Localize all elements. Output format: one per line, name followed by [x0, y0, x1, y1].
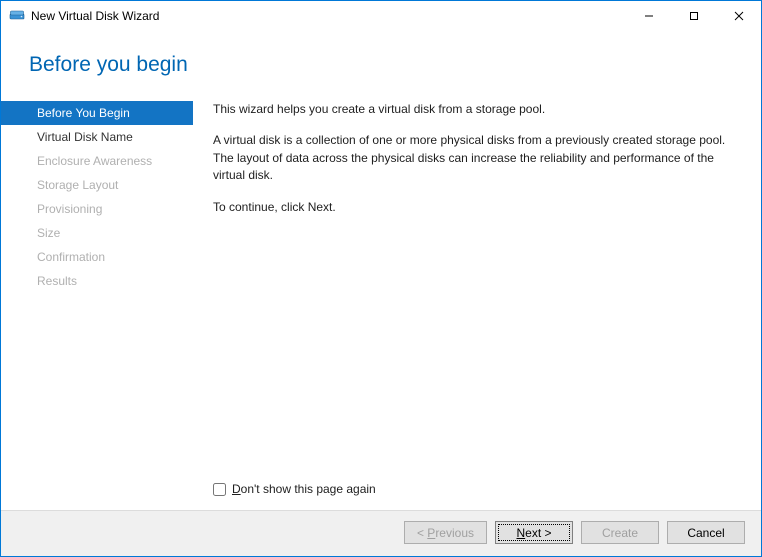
page-heading: Before you begin: [29, 53, 761, 77]
previous-button: < Previous: [404, 521, 487, 544]
title-bar[interactable]: New Virtual Disk Wizard: [1, 1, 761, 31]
dont-show-row: Don't show this page again: [1, 482, 761, 496]
maximize-button[interactable]: [671, 1, 716, 31]
create-button: Create: [581, 521, 659, 544]
step-virtual-disk-name[interactable]: Virtual Disk Name: [1, 125, 193, 149]
dont-show-checkbox[interactable]: [213, 483, 226, 496]
body-area: Before You Begin Virtual Disk Name Enclo…: [1, 101, 761, 488]
app-icon: [9, 8, 25, 24]
content-panel: This wizard helps you create a virtual d…: [193, 101, 761, 488]
step-before-you-begin[interactable]: Before You Begin: [1, 101, 193, 125]
step-size: Size: [1, 221, 193, 245]
close-button[interactable]: [716, 1, 761, 31]
step-storage-layout: Storage Layout: [1, 173, 193, 197]
button-bar: < Previous Next > Create Cancel: [1, 510, 761, 556]
intro-text-1: This wizard helps you create a virtual d…: [213, 101, 735, 118]
next-button[interactable]: Next >: [495, 521, 573, 544]
intro-text-2: A virtual disk is a collection of one or…: [213, 132, 735, 184]
minimize-button[interactable]: [626, 1, 671, 31]
wizard-window: New Virtual Disk Wizard Before you begin…: [0, 0, 762, 557]
intro-text-3: To continue, click Next.: [213, 199, 735, 216]
step-results: Results: [1, 269, 193, 293]
wizard-steps-sidebar: Before You Begin Virtual Disk Name Enclo…: [1, 101, 193, 488]
window-title: New Virtual Disk Wizard: [31, 9, 159, 23]
window-controls: [626, 1, 761, 31]
step-confirmation: Confirmation: [1, 245, 193, 269]
header-area: Before you begin: [1, 31, 761, 101]
dont-show-label[interactable]: Don't show this page again: [232, 482, 376, 496]
step-provisioning: Provisioning: [1, 197, 193, 221]
step-enclosure-awareness: Enclosure Awareness: [1, 149, 193, 173]
cancel-button[interactable]: Cancel: [667, 521, 745, 544]
